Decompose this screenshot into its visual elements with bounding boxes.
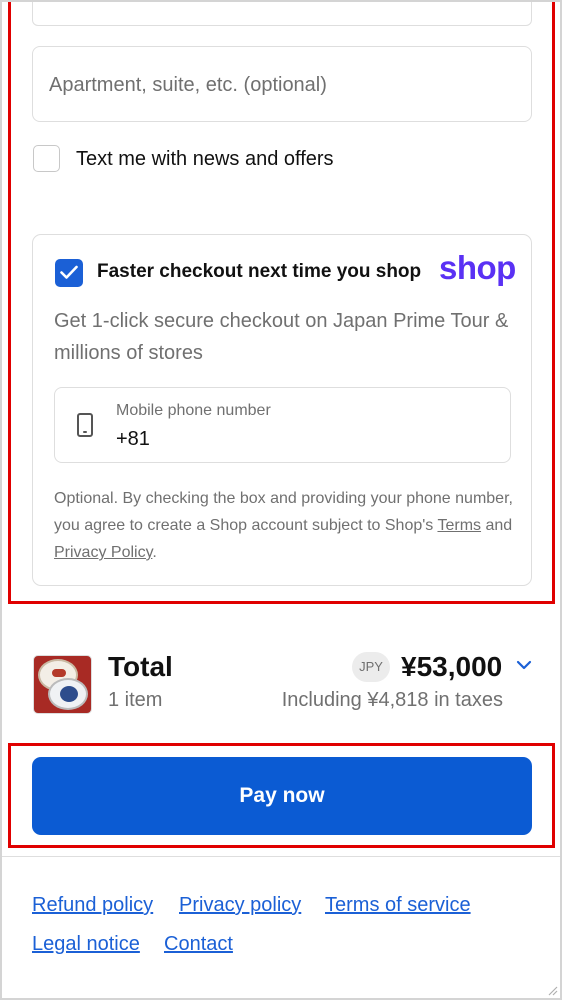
apartment-field[interactable]: Apartment, suite, etc. (optional): [32, 46, 532, 122]
product-thumbnail: [33, 655, 92, 714]
mobile-phone-field[interactable]: Mobile phone number +81: [54, 387, 511, 463]
address-field[interactable]: [32, 0, 532, 26]
terms-link[interactable]: Terms: [437, 517, 481, 534]
total-amount: ¥53,000: [401, 651, 503, 682]
shop-pay-description: Get 1-click secure checkout on Japan Pri…: [54, 310, 509, 364]
privacy-policy-footer-link[interactable]: Privacy policy: [179, 894, 301, 917]
privacy-policy-link[interactable]: Privacy Policy: [54, 544, 152, 561]
shop-pay-card: Faster checkout next time you shop shop …: [32, 234, 532, 586]
apartment-placeholder: Apartment, suite, etc. (optional): [49, 74, 327, 96]
currency-badge: JPY: [352, 652, 390, 682]
refund-policy-link[interactable]: Refund policy: [32, 894, 153, 917]
shop-pay-title: Faster checkout next time you shop: [97, 261, 422, 282]
chevron-down-icon[interactable]: [516, 659, 532, 671]
mobile-phone-value[interactable]: +81: [116, 428, 150, 451]
text-me-label[interactable]: Text me with news and offers: [76, 148, 334, 171]
resize-grip-icon[interactable]: [546, 984, 558, 996]
shop-pay-checkbox[interactable]: [55, 259, 83, 287]
legal-notice-link[interactable]: Legal notice: [32, 933, 140, 956]
legal-suffix: .: [152, 544, 157, 561]
terms-of-service-link[interactable]: Terms of service: [325, 894, 471, 917]
footer-divider: [2, 856, 560, 857]
contact-link[interactable]: Contact: [164, 933, 233, 956]
text-me-checkbox[interactable]: [33, 145, 60, 172]
check-icon: [60, 265, 78, 279]
item-count: 1 item: [108, 689, 163, 711]
shop-pay-legal-text: Optional. By checking the box and provid…: [54, 485, 519, 566]
pay-now-button[interactable]: Pay now: [32, 757, 532, 835]
mobile-phone-icon: [77, 413, 93, 437]
taxes-note: Including ¥4,818 in taxes: [281, 689, 503, 711]
mobile-phone-label: Mobile phone number: [116, 402, 271, 419]
shop-logo: shop: [439, 249, 516, 286]
total-label: Total: [108, 651, 173, 682]
legal-and: and: [481, 517, 513, 534]
